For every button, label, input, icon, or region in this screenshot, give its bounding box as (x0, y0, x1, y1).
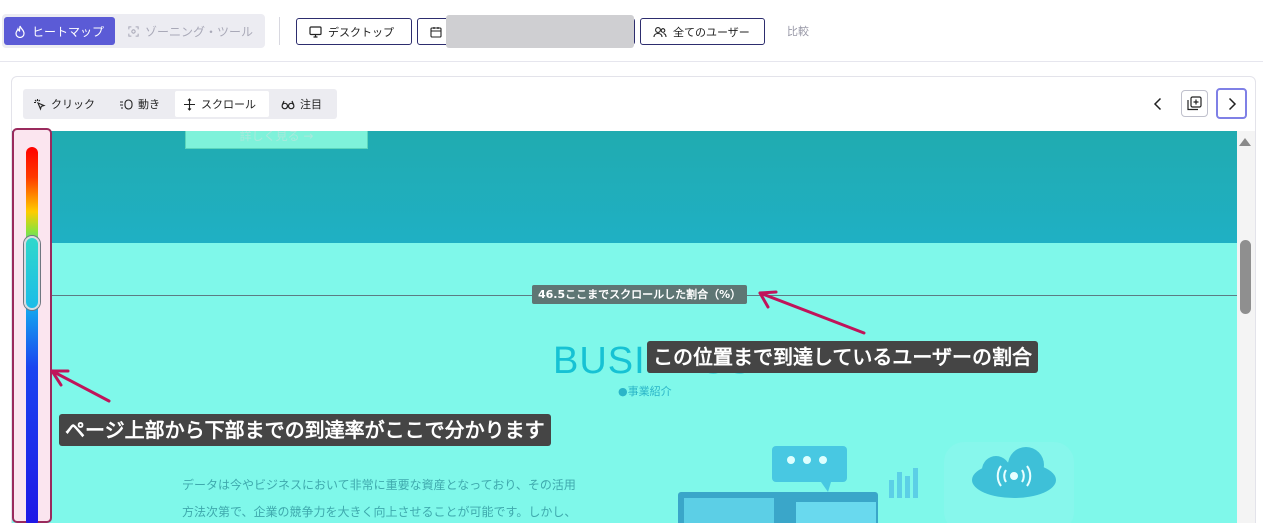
viewport-scrollbar[interactable] (1237, 131, 1255, 523)
business-illustration (678, 442, 1074, 523)
scroll-reach-marker-label: 46.5ここまでスクロールした割合（%） (532, 285, 748, 304)
glasses-icon (281, 100, 295, 109)
redacted-date-range (446, 15, 634, 48)
user-segment-button[interactable]: 全てのユーザー (640, 18, 765, 45)
heatmap-tab-label: ヒートマップ (32, 24, 105, 39)
desktop-icon (309, 25, 322, 38)
chevron-left-icon (1153, 97, 1162, 111)
scroll-reach-handle[interactable] (24, 236, 40, 310)
zoning-icon (128, 25, 139, 37)
chevron-right-icon (1228, 97, 1236, 110)
view-switcher: ヒートマップ ゾーニング・ツール (2, 14, 265, 48)
zoning-tool-tab-label: ゾーニング・ツール (144, 24, 253, 39)
business-body-line-2: 方法次第で、企業の競争力を大きく向上させることが可能です。しかし、 (182, 505, 577, 519)
user-segment-label: 全てのユーザー (673, 25, 750, 39)
top-toolbar: ヒートマップ ゾーニング・ツール デスクトップ 全てのユーザー 比較 (0, 0, 1263, 62)
device-select-label: デスクトップ (328, 25, 394, 39)
page-cta-button: 詳しく見る → (185, 131, 368, 149)
business-body-line-1: データは今やビジネスにおいて非常に重要な資産となっており、その活用 (182, 478, 576, 492)
callout-scroll-marker: この位置まで到達しているユーザーの割合 (647, 341, 1038, 373)
image-stack-add-icon (1187, 96, 1202, 111)
business-body-text: データは今やビジネスにおいて非常に重要な資産となっており、その活用 方法次第で、… (182, 472, 622, 523)
cursor-click-icon (34, 98, 46, 111)
heatmap-mode-bar: クリック 動き スクロール 注目 (23, 89, 337, 119)
users-icon (653, 26, 667, 37)
scroll-up-arrow-icon[interactable] (1239, 138, 1251, 146)
zoning-tool-tab[interactable]: ゾーニング・ツール (118, 17, 263, 45)
mode-click-label: クリック (51, 98, 95, 111)
prev-page-button[interactable] (1143, 89, 1173, 119)
viewport-scrollbar-thumb[interactable] (1240, 240, 1251, 314)
scroll-reach-gradient-bar (26, 147, 38, 523)
calendar-icon (430, 26, 442, 38)
business-subheading: ●事業紹介 (618, 385, 672, 398)
device-select-button[interactable]: デスクトップ (296, 18, 412, 45)
callout-legend: ページ上部から下部までの到達率がここで分かります (59, 414, 551, 446)
mode-attention-label: 注目 (300, 98, 322, 111)
screenshot-add-button[interactable] (1181, 90, 1208, 117)
mode-move[interactable]: 動き (111, 91, 173, 117)
next-page-button[interactable] (1216, 88, 1247, 119)
flame-icon (15, 25, 25, 38)
toolbar-divider (279, 17, 280, 45)
heatmap-tab[interactable]: ヒートマップ (4, 17, 115, 45)
mode-attention[interactable]: 注目 (273, 91, 333, 117)
mode-move-label: 動き (138, 98, 160, 111)
mouse-move-icon (120, 99, 133, 110)
mode-scroll-label: スクロール (201, 98, 256, 111)
mode-scroll[interactable]: スクロール (175, 91, 269, 117)
scroll-arrows-icon (184, 97, 195, 111)
mode-click[interactable]: クリック (25, 91, 109, 117)
compare-button[interactable]: 比較 (787, 23, 809, 39)
